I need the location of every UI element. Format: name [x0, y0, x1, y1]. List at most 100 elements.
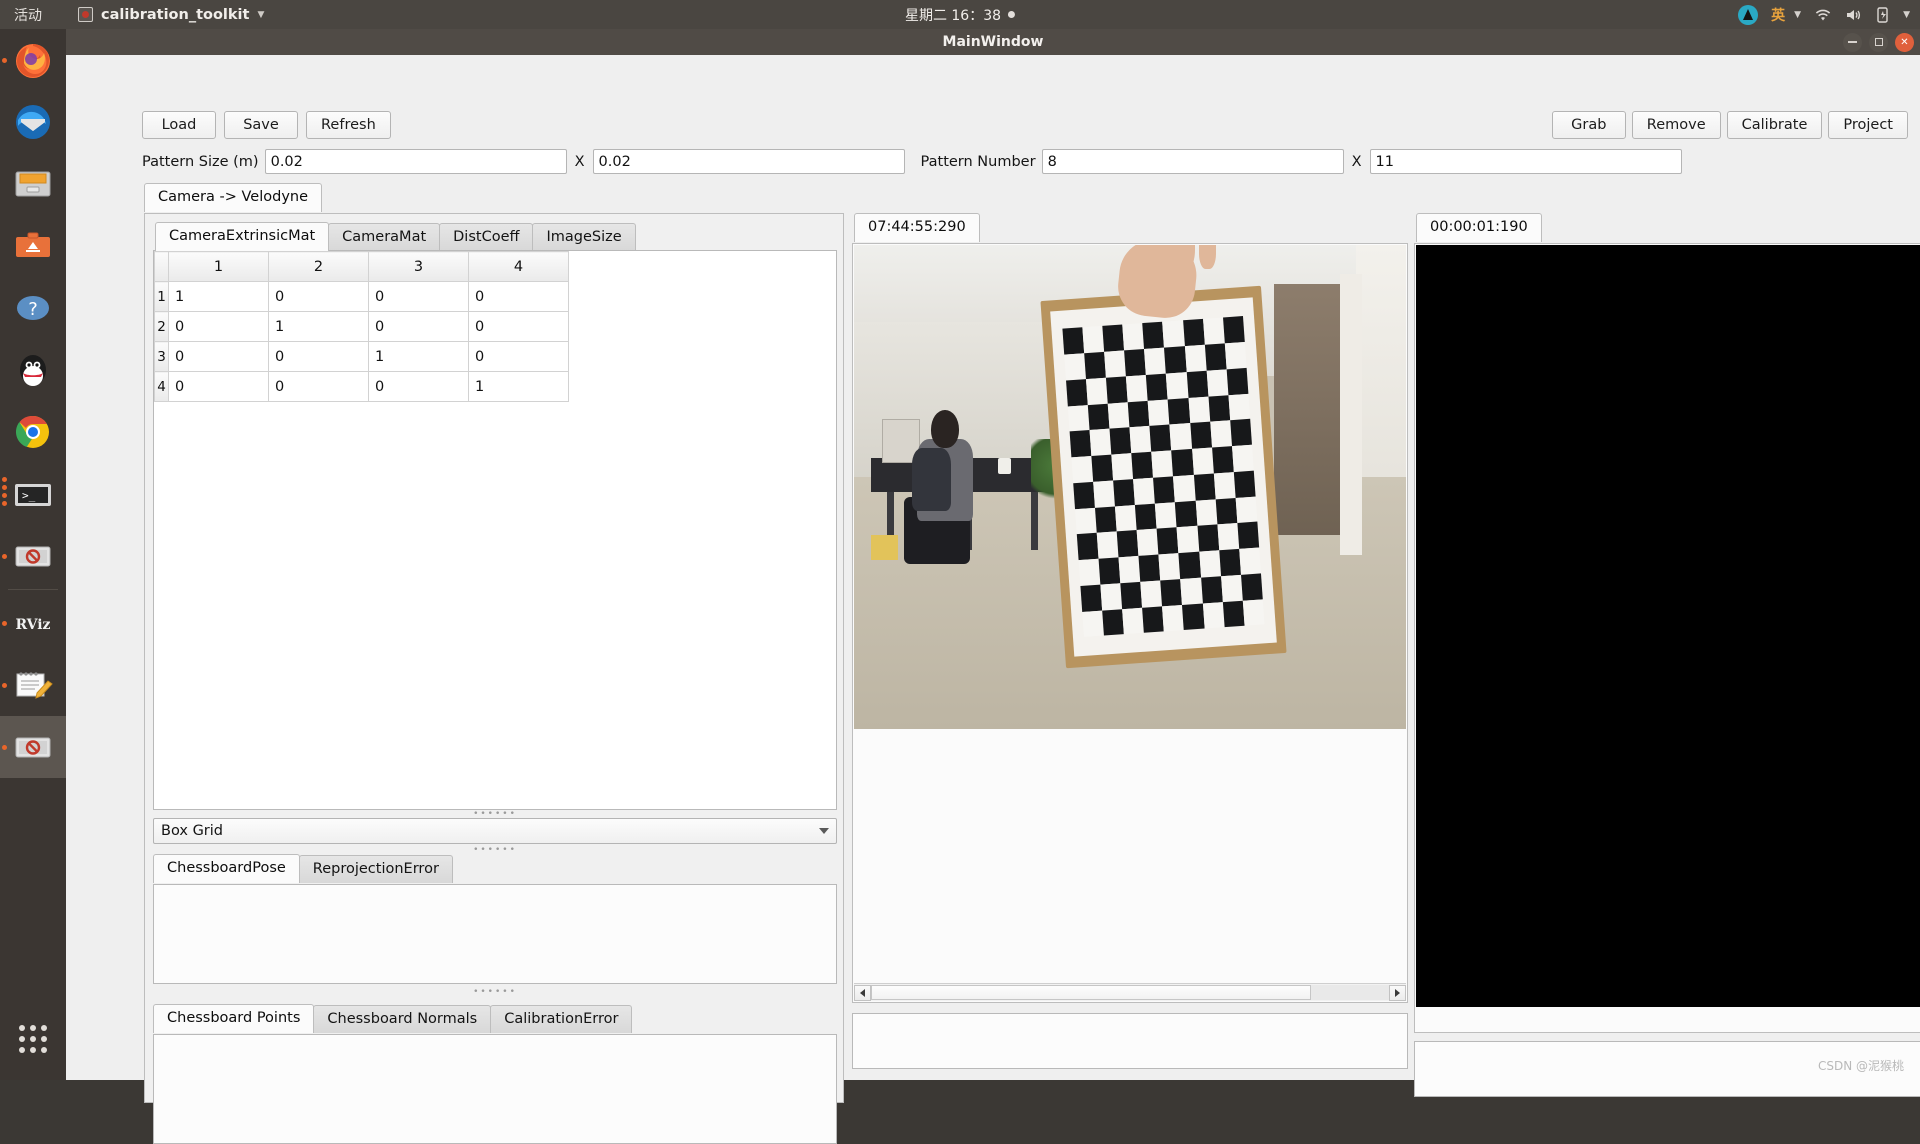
- launcher-dock: ? >_ RViz: [0, 29, 66, 1080]
- tray-chevron-down-icon[interactable]: ▼: [1903, 10, 1910, 20]
- matrix-cell[interactable]: 1: [468, 371, 569, 402]
- row-header[interactable]: 4: [154, 371, 169, 402]
- tab-image-size[interactable]: ImageSize: [532, 223, 636, 251]
- matrix-cell[interactable]: 0: [168, 371, 269, 402]
- tab-reprojection-error[interactable]: ReprojectionError: [298, 855, 453, 883]
- matrix-cell[interactable]: 0: [468, 341, 569, 372]
- splitter-handle-top[interactable]: ••••••: [153, 810, 837, 819]
- updates-icon[interactable]: [1738, 4, 1759, 25]
- camera-image-view[interactable]: [852, 243, 1408, 1003]
- dock-item-thunderbird[interactable]: [0, 91, 66, 153]
- chessboard-points-list[interactable]: [153, 1034, 837, 1144]
- matrix-tabstrip: CameraExtrinsicMat CameraMat DistCoeff I…: [155, 222, 636, 251]
- tab-chessboard-normals[interactable]: Chessboard Normals: [313, 1005, 492, 1033]
- firefox-icon: [16, 44, 50, 78]
- dock-item-files[interactable]: [0, 153, 66, 215]
- dock-item-firefox[interactable]: [0, 29, 66, 91]
- camera-status-panel[interactable]: [852, 1013, 1408, 1069]
- dock-item-help[interactable]: ?: [0, 277, 66, 339]
- chessboard-pose-list[interactable]: [153, 884, 837, 984]
- tab-camera-velodyne[interactable]: Camera -> Velodyne: [144, 183, 323, 212]
- camera-horizontal-scrollbar[interactable]: [854, 983, 1406, 1001]
- matrix-cell[interactable]: 0: [268, 341, 369, 372]
- row-header[interactable]: 3: [154, 341, 169, 372]
- pattern-size-y-input[interactable]: 0.02: [592, 149, 905, 174]
- column-header[interactable]: 3: [368, 251, 469, 282]
- dock-item-chrome[interactable]: [0, 401, 66, 463]
- dock-item-text-editor[interactable]: [0, 654, 66, 716]
- matrix-cell[interactable]: 0: [268, 371, 369, 402]
- wifi-icon[interactable]: [1814, 8, 1832, 22]
- chevron-down-icon: ▼: [257, 9, 265, 20]
- matrix-cell[interactable]: 0: [368, 311, 469, 342]
- dock-item-software[interactable]: [0, 215, 66, 277]
- remove-button[interactable]: Remove: [1631, 111, 1721, 139]
- scroll-left-button[interactable]: [854, 984, 871, 1001]
- matrix-cell[interactable]: 0: [368, 371, 469, 402]
- maximize-button[interactable]: [1869, 32, 1888, 52]
- matrix-cell[interactable]: 1: [368, 341, 469, 372]
- dock-item-calibration-toolkit-active[interactable]: [0, 716, 66, 778]
- window-title: MainWindow: [942, 34, 1044, 50]
- input-method-label[interactable]: 英: [1771, 5, 1785, 25]
- ime-chevron-down-icon[interactable]: ▼: [1794, 10, 1801, 20]
- tab-camera-extrinsic-mat[interactable]: CameraExtrinsicMat: [155, 222, 330, 251]
- volume-icon[interactable]: [1845, 8, 1863, 22]
- lidar-point-cloud-view[interactable]: [1414, 243, 1920, 1033]
- tab-chessboard-pose[interactable]: ChessboardPose: [153, 854, 300, 883]
- text-editor-icon: [16, 672, 53, 699]
- tab-dist-coeff[interactable]: DistCoeff: [439, 223, 534, 251]
- load-button[interactable]: Load: [142, 111, 216, 139]
- pattern-number-x-input[interactable]: 8: [1041, 149, 1344, 174]
- pattern-number-y-input[interactable]: 11: [1369, 149, 1682, 174]
- dock-item-calibration-app[interactable]: [0, 525, 66, 587]
- close-button[interactable]: ✕: [1895, 32, 1914, 52]
- scrollbar-thumb[interactable]: [871, 985, 1311, 1000]
- help-icon: ?: [17, 296, 49, 320]
- scrollbar-trough[interactable]: [1311, 985, 1389, 1000]
- refresh-button[interactable]: Refresh: [306, 111, 391, 139]
- tab-camera-timestamp[interactable]: 07:44:55:290: [854, 213, 980, 242]
- column-header[interactable]: 1: [168, 251, 269, 282]
- splitter-handle-mid[interactable]: ••••••: [153, 846, 837, 855]
- matrix-cell[interactable]: 0: [468, 281, 569, 312]
- matrix-cell[interactable]: 0: [468, 311, 569, 342]
- grid-type-combobox[interactable]: Box Grid: [153, 818, 837, 844]
- matrix-cell[interactable]: 1: [268, 311, 369, 342]
- pattern-size-label: Pattern Size (m): [142, 153, 259, 170]
- activities-button[interactable]: 活动: [14, 5, 42, 25]
- tab-camera-mat[interactable]: CameraMat: [328, 223, 441, 251]
- splitter-handle-bottom[interactable]: ••••••: [153, 988, 837, 997]
- matrix-cell[interactable]: 1: [168, 281, 269, 312]
- minimize-button[interactable]: [1843, 32, 1862, 52]
- extrinsic-matrix-table[interactable]: 1 2 3 4 1 1 0 0 0 2 0 1 0 0 3 0 0 1 0 4 …: [153, 250, 837, 810]
- dock-item-qq[interactable]: [0, 339, 66, 401]
- matrix-table: 1 2 3 4 1 1 0 0 0 2 0 1 0 0 3 0 0 1 0 4 …: [154, 251, 569, 402]
- show-applications-button[interactable]: [0, 1012, 66, 1066]
- tab-calibration-error[interactable]: CalibrationError: [490, 1005, 633, 1033]
- battery-icon[interactable]: [1876, 6, 1890, 23]
- dock-item-rviz[interactable]: RViz: [0, 592, 66, 654]
- grab-button[interactable]: Grab: [1551, 111, 1626, 139]
- tab-chessboard-points[interactable]: Chessboard Points: [153, 1004, 315, 1033]
- matrix-cell[interactable]: 0: [168, 341, 269, 372]
- calibrate-button[interactable]: Calibrate: [1726, 111, 1823, 139]
- thunderbird-icon: [16, 105, 50, 139]
- matrix-cell[interactable]: 0: [368, 281, 469, 312]
- row-header[interactable]: 1: [154, 281, 169, 312]
- apps-grid-icon: [19, 1025, 47, 1053]
- column-header[interactable]: 4: [468, 251, 569, 282]
- scroll-right-button[interactable]: [1389, 984, 1406, 1001]
- table-corner: [154, 251, 169, 282]
- dock-item-terminal[interactable]: >_: [0, 463, 66, 525]
- matrix-cell[interactable]: 0: [268, 281, 369, 312]
- row-header[interactable]: 2: [154, 311, 169, 342]
- app-menu-entry[interactable]: calibration_toolkit ▼: [78, 7, 264, 23]
- project-button[interactable]: Project: [1828, 111, 1908, 139]
- save-button[interactable]: Save: [224, 111, 298, 139]
- tab-lidar-timestamp[interactable]: 00:00:01:190: [1416, 213, 1542, 242]
- column-header[interactable]: 2: [268, 251, 369, 282]
- matrix-cell[interactable]: 0: [168, 311, 269, 342]
- clock-menu[interactable]: 星期二 16：38: [905, 5, 1016, 25]
- pattern-size-x-input[interactable]: 0.02: [264, 149, 567, 174]
